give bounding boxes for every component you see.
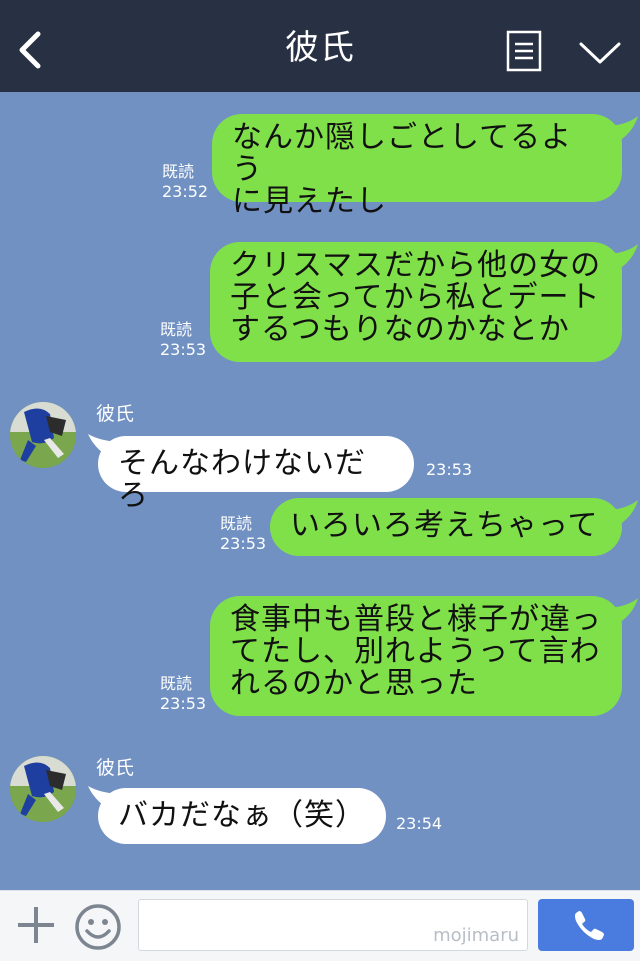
message-bubble[interactable]: 食事中も普段と様子が違っ てたし、別れようって言わ れるのかと思った — [210, 596, 622, 716]
input-bar: mojimaru — [0, 890, 640, 961]
avatar[interactable] — [10, 756, 76, 822]
message-line: いろいろ考えちゃって — [290, 508, 599, 543]
read-receipt: 既読 23:52 — [162, 162, 208, 202]
message-time: 23:53 — [426, 460, 473, 479]
message-list[interactable]: 既読 23:52 なんか隠しごとしてるよう に見えたし 既読 23:53 クリス… — [0, 92, 640, 890]
smiley-icon[interactable] — [74, 903, 122, 951]
message-line: 子と会ってから私とデート — [230, 280, 601, 315]
read-label: 既読 — [162, 162, 195, 181]
message-line: に見えたし — [232, 184, 387, 219]
read-receipt: 既読 23:53 — [160, 674, 206, 714]
watermark: mojimaru — [433, 925, 519, 946]
menu-icon[interactable] — [506, 30, 542, 72]
read-receipt: 既読 23:53 — [160, 320, 206, 360]
read-label: 既読 — [220, 514, 253, 533]
chat-title: 彼氏 — [285, 28, 355, 68]
sender-name: 彼氏 — [96, 757, 135, 779]
avatar-image — [10, 756, 76, 822]
message-bubble[interactable]: そんなわけないだろ — [98, 436, 414, 512]
message-line: クリスマスだから他の女の — [230, 248, 602, 283]
message-time: 23:53 — [160, 694, 207, 713]
chat-header: 彼氏 — [0, 0, 640, 92]
read-receipt: 既読 23:53 — [220, 514, 266, 554]
phone-icon — [575, 911, 604, 940]
message-line: 食事中も普段と様子が違っ — [230, 602, 602, 637]
read-label: 既読 — [160, 320, 193, 339]
message-bubble[interactable]: いろいろ考えちゃって — [270, 498, 622, 556]
message-time: 23:54 — [396, 814, 443, 833]
avatar-image — [10, 402, 76, 468]
avatar[interactable] — [10, 402, 76, 468]
message-input[interactable]: mojimaru — [138, 899, 528, 951]
chevron-down-icon[interactable] — [578, 40, 622, 66]
message-bubble[interactable]: クリスマスだから他の女の 子と会ってから私とデート するつもりなのかなとか — [210, 242, 622, 362]
message-time: 23:53 — [160, 340, 207, 359]
message-line: なんか隠しごとしてるよう — [232, 120, 573, 187]
message-bubble[interactable]: バカだなぁ（笑） — [98, 788, 386, 844]
message-line: れるのかと思った — [230, 666, 478, 701]
read-label: 既読 — [160, 674, 193, 693]
plus-icon[interactable] — [16, 903, 56, 947]
message-line: てたし、別れようって言わ — [230, 634, 601, 669]
message-time: 23:52 — [162, 182, 209, 201]
sender-name: 彼氏 — [96, 403, 135, 425]
message-time: 23:53 — [220, 534, 267, 553]
message-line: バカだなぁ（笑） — [118, 798, 366, 833]
message-bubble[interactable]: なんか隠しごとしてるよう に見えたし — [212, 114, 622, 218]
message-line: するつもりなのかなとか — [230, 312, 570, 347]
call-button[interactable] — [538, 899, 634, 951]
